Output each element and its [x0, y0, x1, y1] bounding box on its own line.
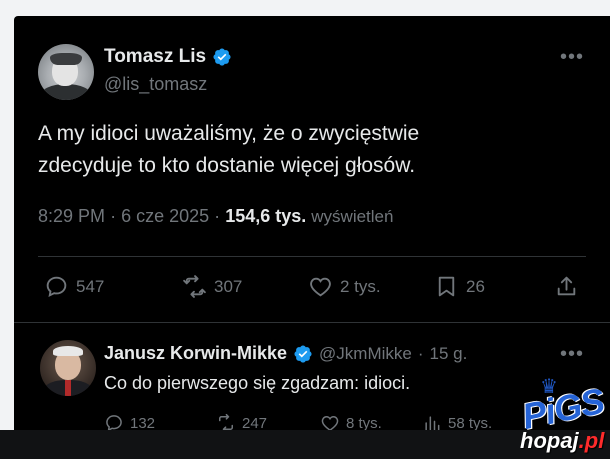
hopaj-logo: hopaj.pl	[520, 428, 604, 454]
divider	[38, 256, 586, 257]
screenshot-frame: Tomasz Lis @lis_tomasz ••• A my idioci u…	[14, 16, 610, 430]
bookmark-icon	[438, 276, 455, 297]
like-count: 2 tys.	[340, 276, 381, 296]
author-display-name[interactable]: Tomasz Lis	[104, 46, 206, 68]
meta-separator: ·	[214, 206, 221, 226]
tweet-text-line-1: A my idioci uważaliśmy, że o zwycięstwie	[38, 122, 420, 145]
tweet-time[interactable]: 8:29 PM	[38, 206, 105, 226]
reply-avatar[interactable]	[40, 340, 96, 396]
views-count: 154,6 tys.	[225, 206, 307, 226]
heart-icon	[310, 277, 331, 297]
bookmark-count: 26	[466, 276, 485, 296]
reply-repost-count: 247	[242, 414, 268, 431]
reply-like-count: 8 tys.	[346, 414, 382, 431]
reply-separator: ·	[417, 343, 424, 363]
reply-views-button[interactable]: 58 tys.	[422, 413, 492, 430]
reply-icon	[106, 415, 122, 430]
reply-repost-button[interactable]: 247	[216, 413, 267, 430]
reply-reply-count: 132	[130, 414, 156, 431]
tweet-text: A my idioci uważaliśmy, że o zwycięstwie…	[38, 118, 578, 182]
views-chart-icon	[425, 416, 440, 430]
reply-like-button[interactable]: 8 tys.	[320, 413, 382, 430]
heart-icon	[321, 415, 339, 430]
tweet-text-line-2: zdecyduje to kto dostanie więcej głosów.	[38, 154, 416, 177]
share-button[interactable]	[554, 274, 579, 299]
views-label: wyświetleń	[311, 207, 394, 226]
meta-separator: ·	[110, 206, 117, 226]
site-watermark: ♛ PiGS hopaj.pl	[496, 374, 610, 459]
reply-time[interactable]: 15 g.	[430, 344, 468, 364]
more-options-icon[interactable]: •••	[560, 46, 584, 69]
reply-more-options-icon[interactable]: •••	[560, 343, 584, 366]
bookmark-button[interactable]: 26	[434, 274, 485, 299]
reply-author-handle[interactable]: @JkmMikke	[319, 344, 412, 364]
hopaj-logo-main: hopaj	[520, 428, 579, 453]
hopaj-logo-suffix: .pl	[578, 428, 605, 453]
tweet-meta: 8:29 PM · 6 cze 2025 · 154,6 tys. wyświe…	[38, 206, 393, 227]
repost-icon	[183, 275, 206, 298]
avatar-bowtie	[65, 380, 71, 396]
verified-badge-icon	[213, 48, 231, 66]
like-button[interactable]: 2 tys.	[308, 274, 381, 299]
reply-views-count: 58 tys.	[448, 414, 493, 431]
tweet-date[interactable]: 6 cze 2025	[121, 206, 209, 226]
tweet-actions: 547 307 2 tys. 26	[44, 274, 584, 304]
author-name-row: Tomasz Lis	[104, 46, 232, 68]
avatar[interactable]	[38, 44, 94, 100]
verified-badge-icon	[294, 344, 312, 363]
author-handle[interactable]: @lis_tomasz	[104, 74, 207, 95]
repost-count: 307	[214, 276, 243, 296]
reply-icon	[46, 276, 67, 298]
reply-count: 547	[76, 276, 105, 296]
reply-text: Co do pierwszego się zgadzam: idioci.	[104, 373, 411, 393]
repost-icon	[219, 413, 233, 430]
avatar-hair	[50, 53, 82, 65]
share-icon	[557, 276, 576, 296]
reply-header: Janusz Korwin-Mikke @JkmMikke · 15 g.	[104, 343, 467, 364]
main-tweet[interactable]: Tomasz Lis @lis_tomasz ••• A my idioci u…	[14, 16, 610, 321]
avatar-shoulders	[40, 84, 92, 100]
reply-button[interactable]: 547	[44, 274, 104, 299]
reply-author-name[interactable]: Janusz Korwin-Mikke	[104, 343, 287, 364]
repost-button[interactable]: 307	[182, 274, 242, 299]
reply-reply-button[interactable]: 132	[104, 413, 155, 430]
avatar-hair	[53, 346, 83, 356]
